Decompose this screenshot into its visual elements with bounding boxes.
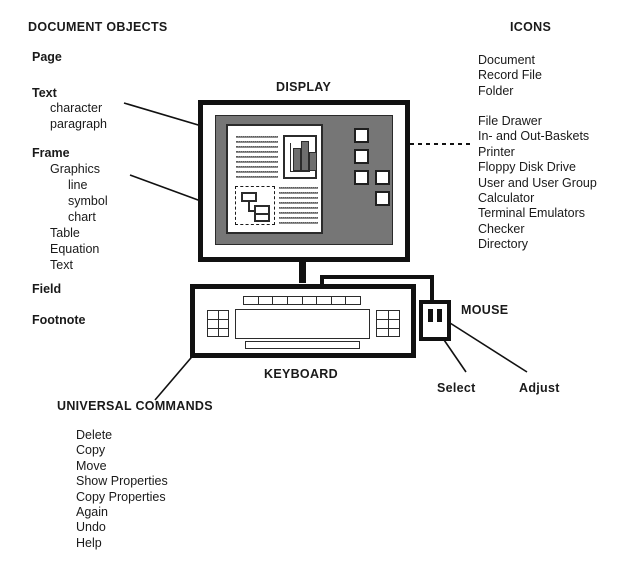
display-monitor[interactable] bbox=[198, 100, 410, 262]
desktop-icon-3[interactable] bbox=[354, 170, 369, 185]
command-move[interactable]: Move bbox=[76, 459, 168, 474]
secondary-text-lines bbox=[279, 187, 318, 227]
universal-commands-list: Delete Copy Move Show Properties Copy Pr… bbox=[76, 428, 168, 551]
doc-object-symbol[interactable]: symbol bbox=[68, 194, 108, 208]
mouse-cable-horizontal bbox=[320, 275, 434, 279]
mouse-adjust-button[interactable] bbox=[437, 309, 442, 322]
icon-item-terminal-emulators[interactable]: Terminal Emulators bbox=[478, 206, 597, 221]
graphic-box-bottom bbox=[254, 213, 270, 222]
doc-object-character[interactable]: character bbox=[50, 101, 102, 115]
mouse[interactable] bbox=[419, 300, 451, 341]
doc-object-graphics[interactable]: Graphics bbox=[50, 162, 100, 176]
command-again[interactable]: Again bbox=[76, 505, 168, 520]
mouse-select-button[interactable] bbox=[428, 309, 433, 322]
icon-item-directory[interactable]: Directory bbox=[478, 237, 597, 252]
doc-object-text-leaf[interactable]: Text bbox=[50, 258, 73, 272]
icons-group-devices: File Drawer In- and Out-Baskets Printer … bbox=[478, 114, 597, 253]
select-label: Select bbox=[437, 381, 476, 395]
icon-item-record-file[interactable]: Record File bbox=[478, 68, 542, 83]
diagram-canvas: DOCUMENT OBJECTS Page Text character par… bbox=[0, 0, 635, 564]
icon-item-printer[interactable]: Printer bbox=[478, 145, 597, 160]
graphic-box-top bbox=[241, 192, 257, 202]
command-copy-properties[interactable]: Copy Properties bbox=[76, 490, 168, 505]
selected-graphics-frame[interactable] bbox=[235, 186, 275, 225]
command-undo[interactable]: Undo bbox=[76, 520, 168, 535]
doc-object-chart[interactable]: chart bbox=[68, 210, 96, 224]
keyboard-main-area[interactable] bbox=[235, 309, 370, 339]
doc-object-text[interactable]: Text bbox=[32, 86, 57, 100]
icon-item-folder[interactable]: Folder bbox=[478, 84, 542, 99]
icon-item-checker[interactable]: Checker bbox=[478, 222, 597, 237]
keyboard-space-bar[interactable] bbox=[245, 341, 360, 349]
keyboard-right-keypad[interactable] bbox=[376, 310, 400, 337]
icon-item-user-and-user-group[interactable]: User and User Group bbox=[478, 176, 597, 191]
doc-object-line[interactable]: line bbox=[68, 178, 87, 192]
doc-object-footnote[interactable]: Footnote bbox=[32, 313, 85, 327]
command-copy[interactable]: Copy bbox=[76, 443, 168, 458]
document-page bbox=[231, 129, 318, 229]
icon-item-floppy-disk-drive[interactable]: Floppy Disk Drive bbox=[478, 160, 597, 175]
desktop-icon-5[interactable] bbox=[375, 191, 390, 206]
document-window[interactable] bbox=[226, 124, 323, 234]
doc-object-frame[interactable]: Frame bbox=[32, 146, 70, 160]
keyboard-label: KEYBOARD bbox=[264, 367, 338, 381]
document-objects-heading: DOCUMENT OBJECTS bbox=[28, 20, 168, 34]
mouse-label: MOUSE bbox=[461, 303, 509, 317]
display-screen[interactable] bbox=[215, 115, 393, 245]
doc-object-page[interactable]: Page bbox=[32, 50, 62, 64]
icon-item-in-and-out-baskets[interactable]: In- and Out-Baskets bbox=[478, 129, 597, 144]
command-help[interactable]: Help bbox=[76, 536, 168, 551]
keyboard-left-keypad[interactable] bbox=[207, 310, 229, 337]
adjust-label: Adjust bbox=[519, 381, 560, 395]
command-delete[interactable]: Delete bbox=[76, 428, 168, 443]
paragraph-text-lines bbox=[236, 136, 278, 181]
icon-item-file-drawer[interactable]: File Drawer bbox=[478, 114, 597, 129]
desktop-icon-1[interactable] bbox=[354, 128, 369, 143]
doc-object-equation[interactable]: Equation bbox=[50, 242, 99, 256]
doc-object-paragraph[interactable]: paragraph bbox=[50, 117, 107, 131]
icons-group-files: Document Record File Folder bbox=[478, 53, 542, 99]
universal-commands-heading: UNIVERSAL COMMANDS bbox=[57, 399, 213, 413]
command-show-properties[interactable]: Show Properties bbox=[76, 474, 168, 489]
desktop-icon-2[interactable] bbox=[354, 149, 369, 164]
keyboard[interactable] bbox=[190, 284, 416, 358]
chart-frame[interactable] bbox=[283, 135, 317, 179]
icons-heading: ICONS bbox=[510, 20, 552, 34]
mouse-cable-right-drop bbox=[430, 275, 434, 302]
doc-object-table[interactable]: Table bbox=[50, 226, 80, 240]
desktop-icon-4[interactable] bbox=[375, 170, 390, 185]
icon-item-calculator[interactable]: Calculator bbox=[478, 191, 597, 206]
monitor-stand bbox=[299, 262, 306, 283]
keyboard-function-row[interactable] bbox=[243, 296, 361, 305]
display-label: DISPLAY bbox=[276, 80, 332, 94]
icon-item-document[interactable]: Document bbox=[478, 53, 542, 68]
doc-object-field[interactable]: Field bbox=[32, 282, 61, 296]
